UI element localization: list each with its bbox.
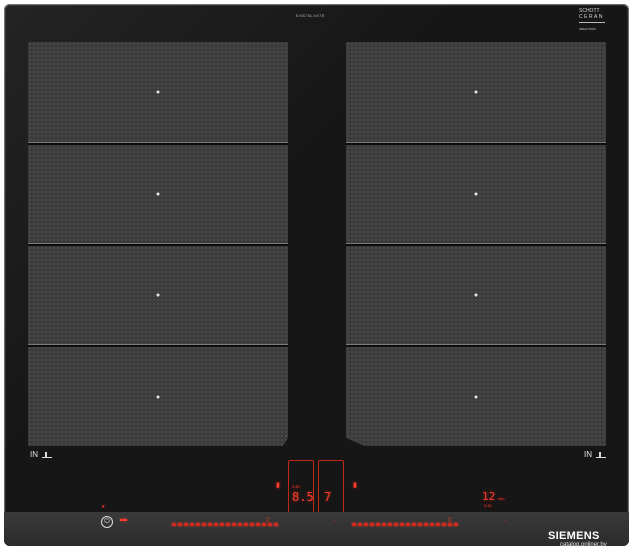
right-in-indicator: IN: [584, 450, 606, 459]
left-power-level: 8.5: [292, 490, 314, 504]
logo-rule: [579, 22, 605, 23]
siemens-logo: SIEMENS: [548, 530, 600, 542]
left-zone-select-indicator[interactable]: ▮: [276, 481, 280, 489]
right-zone-select-indicator[interactable]: ▮: [353, 481, 357, 489]
right-zone-3[interactable]: [346, 246, 606, 344]
right-power-level: 7: [324, 490, 332, 504]
left-zone-1[interactable]: [28, 42, 288, 142]
timer-value: 12: [482, 490, 496, 503]
power-icon: ⏻: [104, 518, 110, 525]
zone-center-dot: [474, 395, 478, 398]
left-zone-3[interactable]: [28, 246, 288, 344]
right-zone-4[interactable]: [346, 347, 606, 446]
touch-control-strip: [4, 512, 629, 546]
induction-cooktop: EX875LX67E SCHOTT CERAN INDUCTION IN IN …: [4, 4, 629, 546]
timer-subscript: 3.40: [484, 503, 492, 508]
zone-center-dot: [474, 293, 478, 297]
zone-center-dot: [156, 395, 160, 398]
induction-text: INDUCTION: [579, 27, 596, 31]
left-slider-end-mark: ⁞⁞: [266, 518, 270, 524]
ceran-text: CERAN: [579, 14, 605, 20]
center-indicator[interactable]: ◦: [334, 518, 336, 524]
in-label-text: IN: [584, 450, 592, 459]
zone-center-dot: [474, 192, 478, 196]
left-power-slider[interactable]: [172, 521, 278, 527]
timer-unit: min: [498, 496, 505, 501]
main-switch-indicator: ▾: [102, 504, 105, 510]
left-flex-zone[interactable]: [28, 42, 288, 446]
pan-icon: [42, 451, 52, 458]
left-level-subscript: 3.40: [292, 484, 300, 489]
right-zone-1[interactable]: [346, 42, 606, 142]
right-zone-display: [318, 460, 344, 514]
timer-button[interactable]: ◦: [504, 518, 506, 524]
left-zone-2[interactable]: [28, 145, 288, 243]
zone-center-dot: [156, 293, 160, 297]
power-button[interactable]: ⏻: [101, 516, 113, 528]
schott-ceran-logo: SCHOTT CERAN INDUCTION: [579, 8, 607, 34]
left-in-indicator: IN: [30, 450, 52, 459]
right-flex-zone[interactable]: [346, 42, 606, 446]
right-slider-end-mark: ⁞⁞: [448, 518, 452, 524]
model-label: EX875LX67E: [296, 13, 326, 18]
lock-indicator[interactable]: ▬: [120, 516, 127, 523]
right-zone-2[interactable]: [346, 145, 606, 243]
zone-center-dot: [156, 90, 160, 94]
right-power-slider[interactable]: [352, 521, 458, 527]
pan-icon: [596, 451, 606, 458]
in-label-text: IN: [30, 450, 38, 459]
zone-center-dot: [156, 192, 160, 196]
zone-center-dot: [474, 90, 478, 94]
left-zone-4[interactable]: [28, 347, 288, 446]
watermark: catalog.onliner.by: [560, 542, 607, 548]
